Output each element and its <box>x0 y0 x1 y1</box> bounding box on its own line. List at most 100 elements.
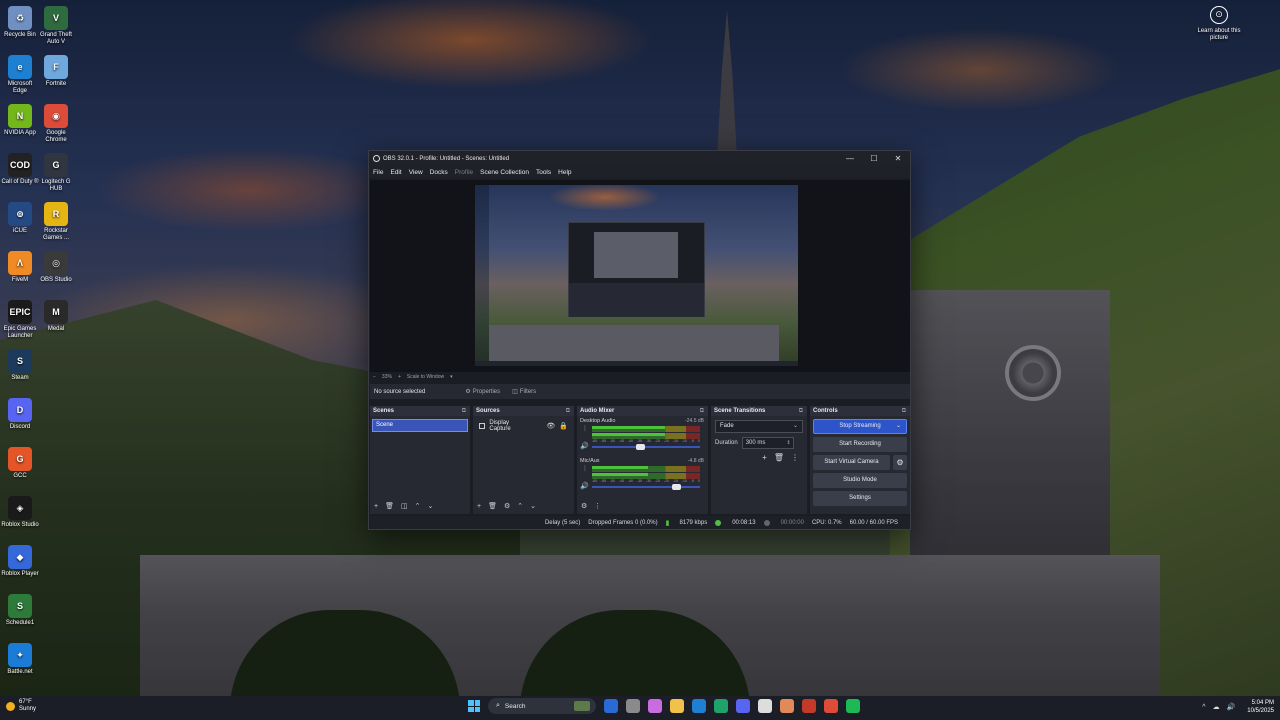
desktop-icon[interactable]: ♻ Recycle Bin <box>0 6 40 39</box>
obs-titlebar[interactable]: OBS 32.0.1 - Profile: Untitled - Scenes:… <box>369 151 910 166</box>
desktop-icon[interactable]: S Schedule1 <box>0 594 40 627</box>
desktop-icon[interactable]: Λ FiveM <box>0 251 40 284</box>
add-transition-icon[interactable]: + <box>762 453 767 462</box>
speaker-icon[interactable]: 🔊 <box>580 442 589 450</box>
filter-scene-icon[interactable]: ◫ <box>401 502 408 510</box>
lock-icon[interactable]: 🔒 <box>559 422 568 430</box>
desktop-icon[interactable]: G Logitech G HUB <box>36 153 76 193</box>
menu-docks[interactable]: Docks <box>430 169 448 176</box>
volume-slider[interactable] <box>592 484 700 490</box>
pinned-app-icon[interactable] <box>626 699 640 713</box>
studio-mode-button[interactable]: Studio Mode <box>813 473 907 488</box>
move-down-icon[interactable]: ⌄ <box>427 502 433 510</box>
dock-float-icon[interactable]: ⧉ <box>700 406 704 416</box>
chevron-down-icon[interactable]: ⌄ <box>896 420 901 433</box>
taskbar-search[interactable]: ⌕ Search <box>488 698 596 714</box>
pinned-app-icon[interactable] <box>670 699 684 713</box>
desktop-icon[interactable]: ◈ Roblox Studio <box>0 496 40 529</box>
menu-tools[interactable]: Tools <box>536 169 551 176</box>
menu-view[interactable]: View <box>409 169 423 176</box>
source-list-item[interactable]: Display Capture 👁 🔒 <box>475 419 572 432</box>
desktop-icon[interactable]: S Steam <box>0 349 40 382</box>
volume-slider-thumb[interactable] <box>635 444 645 450</box>
dock-float-icon[interactable]: ⧉ <box>902 406 906 416</box>
desktop-icon[interactable]: ⊚ iCUE <box>0 202 40 235</box>
move-up-icon[interactable]: ⌃ <box>517 502 523 510</box>
clock[interactable]: 5:04 PM 10/5/2025 <box>1247 699 1274 715</box>
move-down-icon[interactable]: ⌄ <box>530 502 536 510</box>
start-virtual-camera-button[interactable]: Start Virtual Camera <box>813 455 890 470</box>
close-button[interactable]: ✕ <box>886 154 910 163</box>
preview-area[interactable] <box>370 180 910 372</box>
menu-scene-collection[interactable]: Scene Collection <box>480 169 529 176</box>
gear-icon[interactable]: ⚙ <box>893 455 907 470</box>
pinned-app-icon[interactable] <box>714 699 728 713</box>
add-scene-icon[interactable]: + <box>374 503 378 510</box>
pinned-app-icon[interactable] <box>648 699 662 713</box>
visibility-eye-icon[interactable]: 👁 <box>546 422 555 430</box>
learn-about-picture[interactable]: ⊙ Learn about this picture <box>1196 6 1242 42</box>
move-up-icon[interactable]: ⌃ <box>415 502 421 510</box>
transition-select[interactable]: Fade ⌄ <box>715 420 803 433</box>
volume-slider-thumb[interactable] <box>672 484 682 490</box>
chevron-down-icon[interactable]: ▾ <box>450 374 453 380</box>
zoom-in-button[interactable]: + <box>398 374 401 380</box>
desktop-icon[interactable]: V Grand Theft Auto V <box>36 6 76 46</box>
remove-scene-icon[interactable]: 🗑 <box>385 502 394 510</box>
weather-widget[interactable]: 67°F Sunny <box>6 699 36 713</box>
desktop-icon[interactable]: ◎ OBS Studio <box>36 251 76 284</box>
menu-edit[interactable]: Edit <box>390 169 401 176</box>
maximize-button[interactable]: ☐ <box>862 154 886 163</box>
pinned-app-icon[interactable] <box>604 699 618 713</box>
desktop-icon[interactable]: G GCC <box>0 447 40 480</box>
remove-source-icon[interactable]: 🗑 <box>488 502 497 510</box>
menu-file[interactable]: File <box>373 169 383 176</box>
duration-spinbox[interactable]: 300 ms ⇕ <box>741 437 794 449</box>
desktop-icon[interactable]: F Fortnite <box>36 55 76 88</box>
dock-float-icon[interactable]: ⧉ <box>462 406 466 416</box>
menu-help[interactable]: Help <box>558 169 571 176</box>
pinned-app-icon[interactable] <box>758 699 772 713</box>
pinned-app-icon[interactable] <box>824 699 838 713</box>
network-icon[interactable]: ☁ <box>1213 703 1220 711</box>
transition-menu-icon[interactable]: ⋮ <box>791 453 799 462</box>
dock-float-icon[interactable]: ⧉ <box>566 406 570 416</box>
pinned-app-icon[interactable] <box>802 699 816 713</box>
desktop-icon[interactable]: D Discord <box>0 398 40 431</box>
desktop-icon[interactable]: N NVIDIA App <box>0 104 40 137</box>
channel-menu-icon[interactable]: ⋮ <box>582 426 588 432</box>
tray-overflow-icon[interactable]: ^ <box>1202 704 1205 711</box>
desktop-icon[interactable]: ◆ Roblox Player <box>0 545 40 578</box>
pinned-app-icon[interactable] <box>736 699 750 713</box>
properties-button[interactable]: ⚙ Properties <box>465 388 500 396</box>
menu-profile[interactable]: Profile <box>455 169 473 176</box>
minimize-button[interactable]: — <box>838 154 862 163</box>
mixer-menu-icon[interactable]: ⋮ <box>594 502 601 510</box>
desktop-icon[interactable]: e Microsoft Edge <box>0 55 40 95</box>
channel-menu-icon[interactable]: ⋮ <box>582 466 588 472</box>
pinned-app-icon[interactable] <box>780 699 794 713</box>
source-properties-icon[interactable]: ⚙ <box>504 502 510 510</box>
mixer-settings-icon[interactable]: ⚙ <box>581 502 587 510</box>
preview-canvas[interactable] <box>475 185 798 366</box>
desktop-icon[interactable]: M Medal <box>36 300 76 333</box>
add-source-icon[interactable]: + <box>477 503 481 510</box>
speaker-icon[interactable]: 🔊 <box>580 482 589 490</box>
stop-streaming-button[interactable]: Stop Streaming ⌄ <box>813 419 907 434</box>
spinner-arrows-icon[interactable]: ⇕ <box>786 438 790 448</box>
desktop-icon[interactable]: COD Call of Duty ® <box>0 153 40 186</box>
desktop-icon[interactable]: EPIC Epic Games Launcher <box>0 300 40 340</box>
desktop-icon[interactable]: R Rockstar Games ... <box>36 202 76 242</box>
dock-float-icon[interactable]: ⧉ <box>799 406 803 416</box>
remove-transition-icon[interactable]: 🗑 <box>774 453 784 462</box>
zoom-out-button[interactable]: − <box>373 374 376 380</box>
desktop-icon[interactable]: ✦ Battle.net <box>0 643 40 676</box>
pinned-app-icon[interactable] <box>692 699 706 713</box>
settings-button[interactable]: Settings <box>813 491 907 506</box>
scale-mode-select[interactable]: Scale to Window <box>407 374 444 380</box>
windows-start-icon[interactable] <box>468 700 480 712</box>
pinned-app-icon[interactable] <box>846 699 860 713</box>
desktop-icon[interactable]: ◉ Google Chrome <box>36 104 76 144</box>
start-recording-button[interactable]: Start Recording <box>813 437 907 452</box>
scene-list-item[interactable]: Scene <box>372 419 468 432</box>
